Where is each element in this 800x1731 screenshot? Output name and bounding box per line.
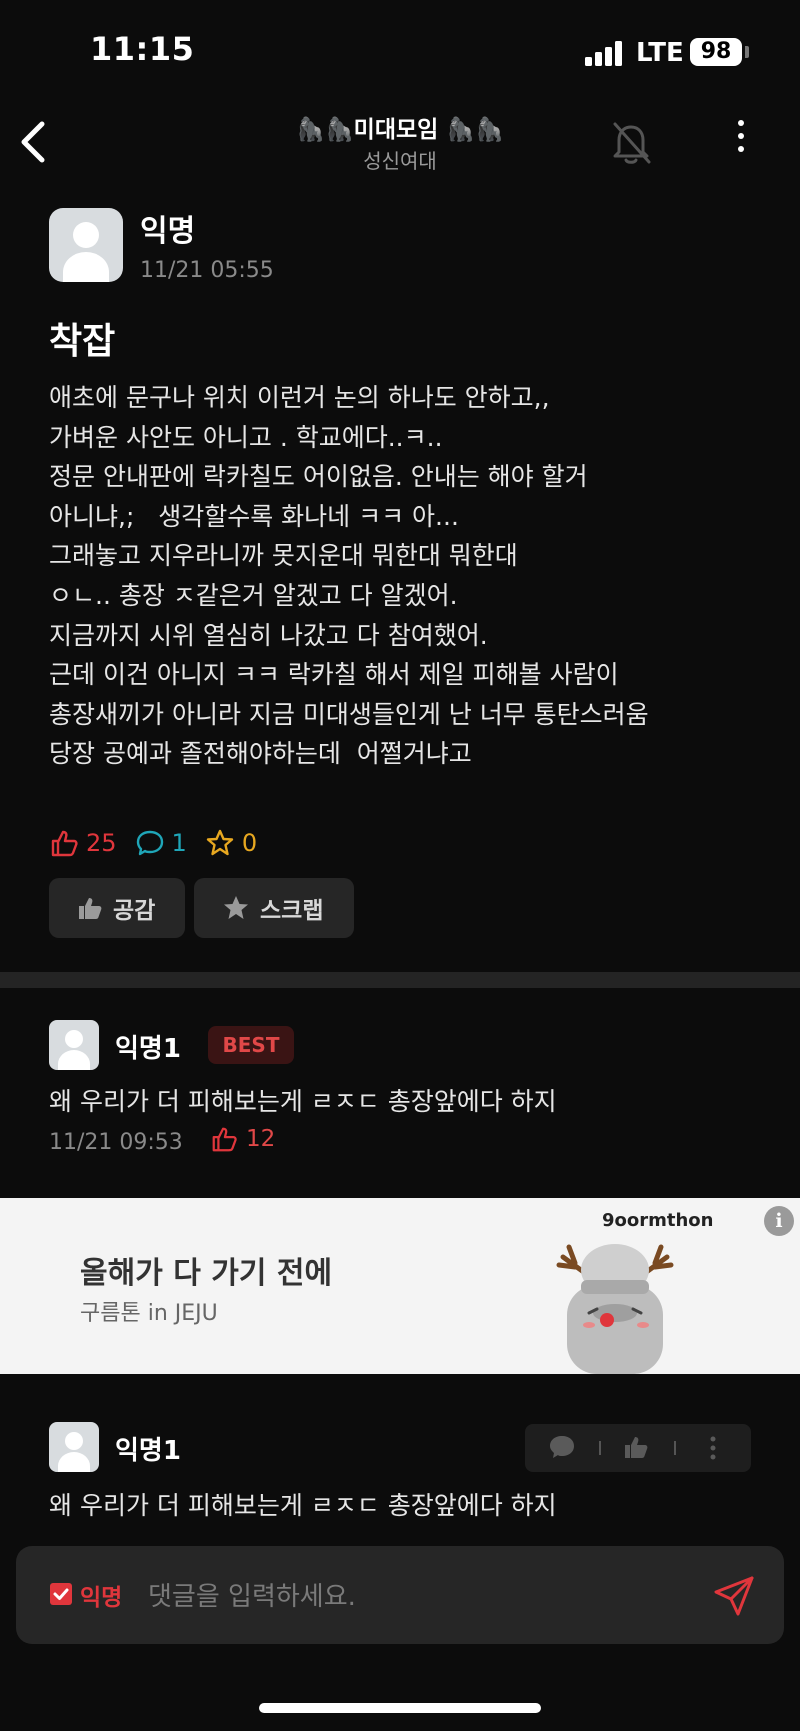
ad-title: 올해가 다 가기 전에: [80, 1256, 333, 1291]
scrap-count: 0: [205, 828, 257, 858]
comment-input[interactable]: 댓글을 입력하세요.: [148, 1576, 356, 1613]
like-count: 25: [49, 828, 117, 858]
send-icon: [714, 1576, 754, 1616]
comment-icon: [136, 830, 163, 856]
post-title: 착잡: [49, 321, 116, 362]
home-indicator[interactable]: [259, 1703, 541, 1713]
best-comment-date: 11/21 09:53: [49, 1130, 183, 1155]
thumbs-up-icon: [51, 830, 78, 857]
comment-more-icon[interactable]: [710, 1436, 716, 1460]
section-divider: [0, 972, 800, 988]
comment-text: 왜 우리가 더 피해보는게 ㄹㅈㄷ 총장앞에다 하지: [49, 1491, 557, 1520]
ad-info-icon[interactable]: i: [764, 1206, 794, 1236]
comment-input-box[interactable]: [16, 1546, 784, 1644]
board-title: 🦍🦍미대모임 🦍🦍: [296, 117, 504, 143]
best-badge: BEST: [208, 1026, 294, 1064]
star-icon: [206, 829, 234, 856]
bell-off-icon: [613, 122, 651, 164]
thumbs-up-icon: [212, 1127, 237, 1152]
more-dot-icon: [738, 146, 744, 152]
comment-count: 1: [135, 828, 187, 858]
send-button[interactable]: [712, 1574, 756, 1618]
comment-avatar: [49, 1020, 99, 1070]
avatar: [49, 208, 123, 282]
post-date: 11/21 05:55: [140, 258, 274, 283]
post-body: 애초에 문구나 위치 이런거 논의 하나도 안하고,, 가벼운 사안도 아니고 …: [49, 383, 649, 769]
battery-icon: 98: [690, 38, 742, 66]
more-dot-icon: [738, 120, 744, 126]
check-icon: [53, 1588, 69, 1600]
notification-off-button[interactable]: [605, 116, 657, 168]
scrap-button[interactable]: 스크랩: [194, 878, 354, 938]
best-comment-text: 왜 우리가 더 피해보는게 ㄹㅈㄷ 총장앞에다 하지: [49, 1087, 557, 1116]
status-time: 11:15: [90, 30, 195, 68]
board-subtitle: 성신여대: [363, 149, 437, 173]
comment-author: 익명1: [115, 1436, 181, 1466]
comment-reply-icon[interactable]: [550, 1436, 574, 1458]
post-stats: 25 1 0: [49, 826, 275, 860]
mascot-image: [545, 1225, 685, 1374]
thumbs-up-icon: [79, 898, 102, 919]
ad-subtitle: 구름톤 in JEJU: [80, 1301, 218, 1326]
comment-toolbar: [525, 1424, 751, 1472]
anonymous-checkbox[interactable]: [50, 1583, 72, 1605]
comment-like-icon[interactable]: [625, 1437, 648, 1458]
anonymous-label[interactable]: 익명: [80, 1578, 122, 1612]
more-dot-icon: [738, 133, 744, 139]
network-label: LTE: [636, 38, 684, 68]
post-author: 익명: [140, 214, 196, 249]
more-menu-button[interactable]: [730, 120, 752, 164]
battery-tip: [745, 46, 749, 58]
signal-icon: [585, 40, 625, 66]
best-comment-like[interactable]: 12: [210, 1125, 275, 1153]
like-button[interactable]: 공감: [49, 878, 185, 938]
comment-avatar: [49, 1422, 99, 1472]
star-icon: [224, 896, 248, 919]
best-comment-author: 익명1: [115, 1034, 181, 1064]
